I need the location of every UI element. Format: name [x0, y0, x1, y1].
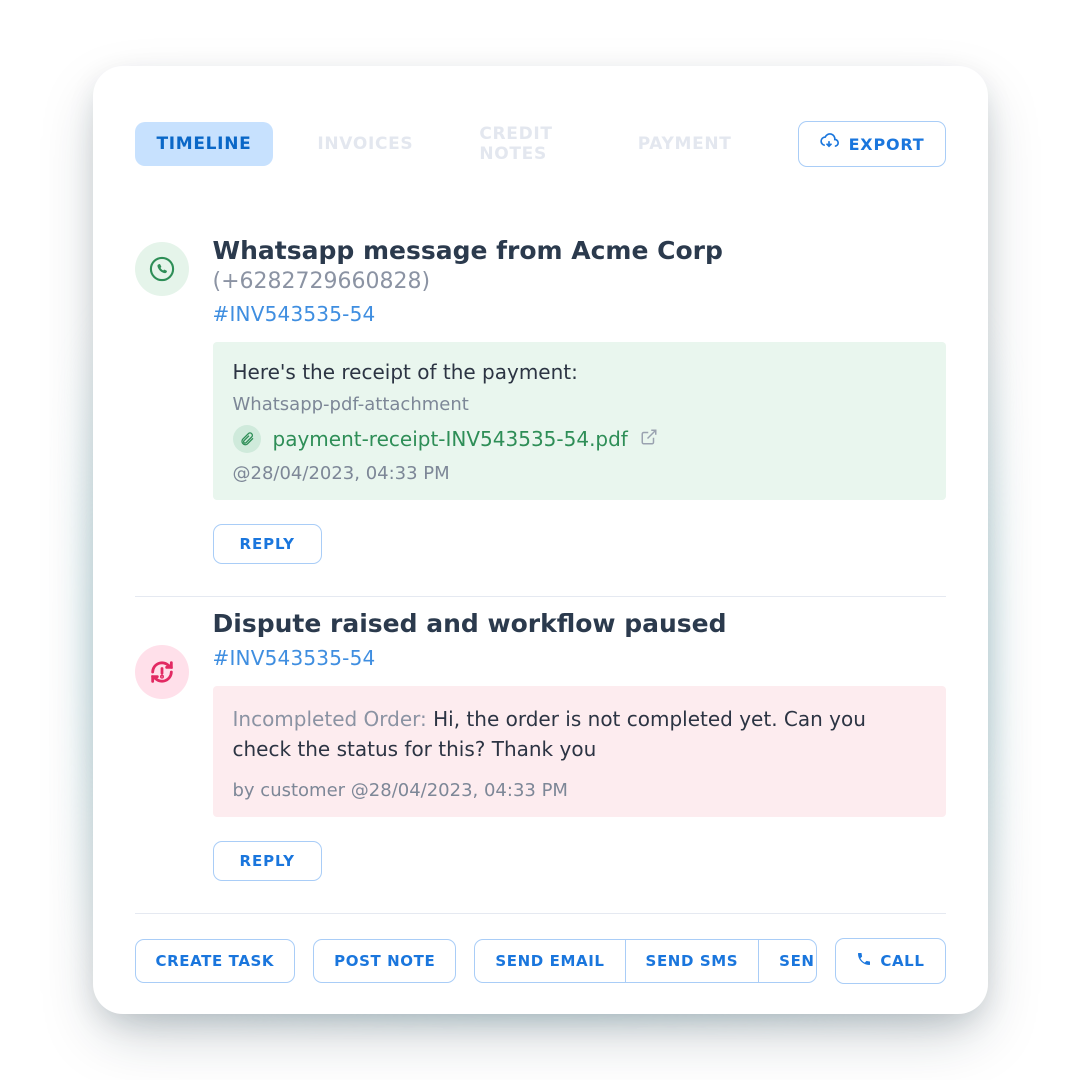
message-bubble: Here's the receipt of the payment: Whats… [213, 342, 946, 500]
send-whatsapp-button[interactable]: SEND WHATSAPP [758, 940, 817, 982]
call-label: CALL [880, 952, 924, 970]
paperclip-icon [233, 425, 261, 453]
dispute-text: Incompleted Order: Hi, the order is not … [233, 704, 926, 764]
whatsapp-icon [135, 242, 189, 296]
call-button[interactable]: CALL [835, 938, 945, 984]
send-email-button[interactable]: SEND EMAIL [475, 940, 624, 982]
tab-invoices[interactable]: INVOICES [295, 122, 435, 166]
divider [135, 913, 946, 914]
reply-button[interactable]: REPLY [213, 524, 322, 564]
attachment-link[interactable]: payment-receipt-INV543535-54.pdf [273, 427, 628, 451]
dispute-icon [135, 645, 189, 699]
create-task-button[interactable]: CREATE TASK [135, 939, 296, 983]
timeline-item: Dispute raised and workflow paused #INV5… [135, 597, 946, 909]
dispute-lead-label: Incompleted Order: [233, 707, 434, 731]
card-panel: TIMELINE INVOICES CREDIT NOTES PAYMENT E… [93, 66, 988, 1014]
reply-button[interactable]: REPLY [213, 841, 322, 881]
tab-credit-notes[interactable]: CREDIT NOTES [457, 112, 593, 176]
title-text: Whatsapp message from Acme Corp [213, 236, 723, 265]
attachment-type-label: Whatsapp-pdf-attachment [233, 394, 926, 415]
item-title: Dispute raised and workflow paused [213, 609, 946, 638]
invoice-link[interactable]: #INV543535-54 [213, 302, 946, 326]
tab-payment[interactable]: PAYMENT [616, 122, 754, 166]
tab-timeline[interactable]: TIMELINE [135, 122, 274, 166]
message-bubble: Incompleted Order: Hi, the order is not … [213, 686, 946, 817]
message-text: Here's the receipt of the payment: [233, 360, 926, 384]
invoice-link[interactable]: #INV543535-54 [213, 646, 946, 670]
phone-icon [856, 951, 872, 971]
cloud-download-icon [819, 132, 839, 156]
external-link-icon[interactable] [640, 428, 658, 450]
phone-number: (+6282729660828) [213, 269, 431, 294]
export-button[interactable]: EXPORT [798, 121, 946, 167]
timeline-list: Whatsapp message from Acme Corp (+628272… [135, 224, 946, 984]
send-sms-button[interactable]: SEND SMS [625, 940, 759, 982]
tabs-row: TIMELINE INVOICES CREDIT NOTES PAYMENT E… [135, 112, 946, 176]
export-label: EXPORT [849, 135, 925, 154]
byline: by customer @28/04/2023, 04:33 PM [233, 780, 926, 801]
attachment-row: payment-receipt-INV543535-54.pdf [233, 425, 926, 453]
send-button-group: SEND EMAIL SEND SMS SEND WHATSAPP [474, 939, 817, 983]
timeline-item: Whatsapp message from Acme Corp (+628272… [135, 224, 946, 592]
action-bar: CREATE TASK POST NOTE SEND EMAIL SEND SM… [135, 938, 946, 984]
item-title: Whatsapp message from Acme Corp (+628272… [213, 236, 946, 294]
timestamp: @28/04/2023, 04:33 PM [233, 463, 926, 484]
post-note-button[interactable]: POST NOTE [313, 939, 456, 983]
